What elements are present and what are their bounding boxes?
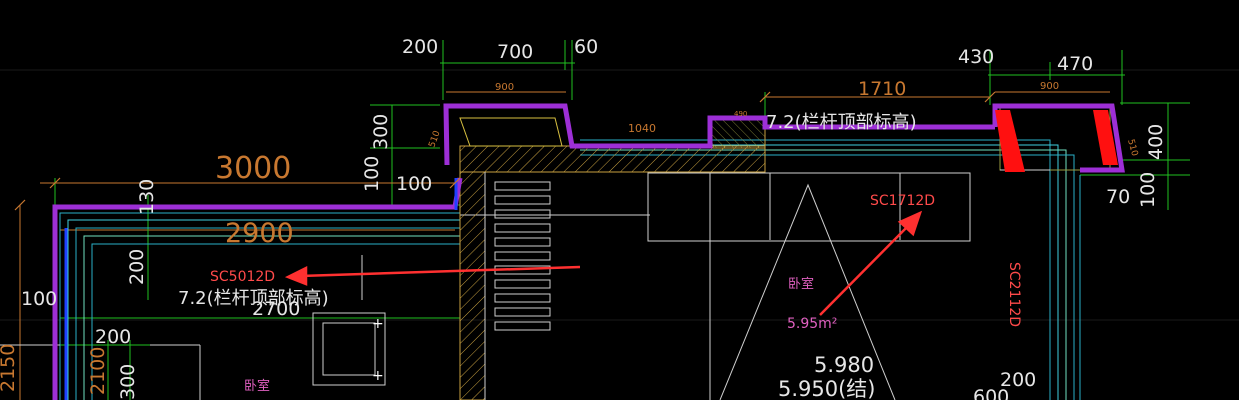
dim-400: 400: [1145, 124, 1167, 160]
dim-1710: 1710: [858, 78, 906, 100]
dim-900-left: 900: [495, 82, 514, 93]
dim-2150: 2150: [0, 344, 19, 392]
elevation-5980: 5.980: [814, 353, 874, 377]
hatched-wall-column: [459, 171, 486, 400]
dim-100-right: 100: [1137, 172, 1159, 208]
dim-60: 60: [574, 36, 598, 58]
dim-430: 430: [958, 46, 994, 68]
dim-1040: 1040: [628, 122, 656, 135]
window-tag-sc5012: SC5012D: [210, 269, 275, 285]
dim-200-top: 200: [402, 36, 438, 58]
furniture-plus-2: +: [372, 368, 384, 384]
dim-2900: 2900: [225, 218, 294, 249]
room-area: 5.95m²: [787, 316, 837, 332]
hatched-wall-block: [709, 117, 766, 149]
room-label-bedroom-left: 卧室: [244, 378, 270, 394]
dim-300-bottom: 300: [117, 364, 139, 400]
dim-200-vertical: 200: [126, 249, 148, 285]
cad-floor-plan-drawing: + + 200 700 60 300 100 100 430 470 400 1…: [0, 36, 1239, 400]
railing-label-left: 7.2(栏杆顶部标高): [178, 288, 329, 309]
dim-100-mid: 100: [361, 156, 383, 192]
railing-label-right: 7.2(栏杆顶部标高): [766, 112, 917, 133]
dim-900-right: 900: [1040, 81, 1059, 92]
dim-600: 600: [973, 386, 1009, 400]
dim-510-right: 510: [1125, 138, 1139, 157]
dim-490: 490: [734, 110, 747, 118]
dim-130: 130: [136, 179, 158, 215]
dim-70: 70: [1106, 186, 1130, 208]
hatched-wall-top: [459, 145, 766, 173]
dim-300: 300: [370, 114, 392, 150]
dim-470: 470: [1057, 53, 1093, 75]
dim-3000: 3000: [215, 151, 291, 186]
window-tag-sc1712: SC1712D: [870, 193, 935, 209]
planter-left: [459, 117, 563, 147]
window-tag-sc2112: SC2112D: [1006, 262, 1022, 327]
dim-100-left: 100: [21, 288, 57, 310]
dim-510-left: 510: [427, 129, 442, 149]
dim-2100: 2100: [87, 347, 109, 395]
dim-200-bottom: 200: [95, 326, 131, 348]
elevation-5950: 5.950(结): [778, 377, 876, 400]
room-label-bedroom-center: 卧室: [788, 276, 814, 292]
furniture-plus-1: +: [372, 316, 384, 332]
dim-100-left-upper: 100: [396, 173, 432, 195]
dim-700: 700: [497, 41, 533, 63]
stair-treads: [494, 181, 551, 331]
